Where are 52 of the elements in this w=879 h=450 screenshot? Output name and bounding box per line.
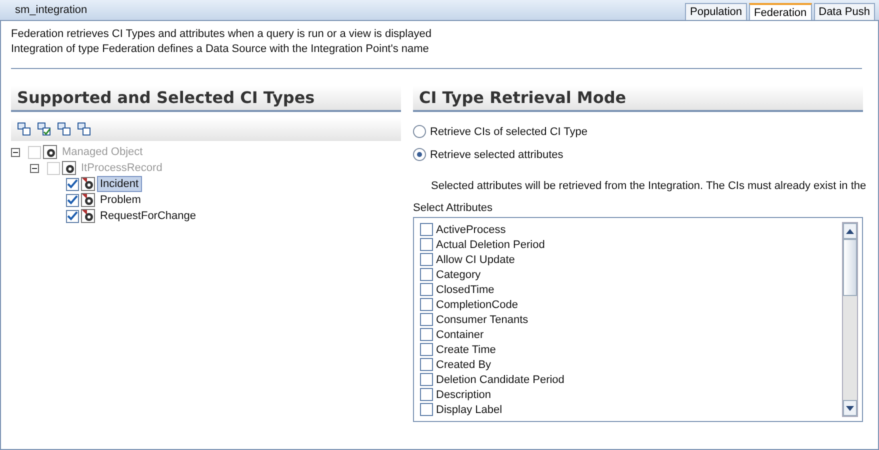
tab[interactable]: Population xyxy=(685,3,748,20)
checkbox[interactable] xyxy=(420,403,433,416)
checkbox[interactable] xyxy=(420,268,433,281)
list-label: Select Attributes xyxy=(413,202,494,214)
checkbox[interactable] xyxy=(420,343,433,356)
cube-icon xyxy=(81,177,95,191)
section-heading: Supported and Selected CI Types xyxy=(11,85,401,112)
attribute-item[interactable]: Container xyxy=(436,328,484,340)
checkbox[interactable] xyxy=(420,283,433,296)
scroll-down-icon[interactable] xyxy=(846,406,854,410)
checkbox[interactable] xyxy=(420,253,433,266)
attribute-item[interactable]: CompletionCode xyxy=(436,298,518,310)
radio-label[interactable]: Retrieve CIs of selected CI Type xyxy=(430,126,588,138)
collapse-icon[interactable] xyxy=(77,122,91,136)
attribute-item[interactable]: Deletion Candidate Period xyxy=(436,374,564,386)
checkbox[interactable] xyxy=(420,373,433,386)
attribute-item[interactable]: Consumer Tenants xyxy=(436,314,528,326)
attribute-item[interactable]: Actual Deletion Period xyxy=(436,238,545,250)
cube-icon xyxy=(43,145,57,159)
description-text: Integration of type Federation defines a Data Source with the Integration Point's name xyxy=(11,42,430,57)
cube-icon xyxy=(81,209,95,223)
expand-icon[interactable] xyxy=(57,122,71,136)
checkbox[interactable] xyxy=(420,358,433,371)
attribute-item[interactable]: Display Label xyxy=(436,404,502,416)
tab[interactable]: Federation xyxy=(749,3,812,20)
radio-label[interactable]: Retrieve selected attributes xyxy=(430,148,564,160)
checkbox[interactable] xyxy=(420,388,433,401)
checkbox[interactable] xyxy=(420,238,433,251)
tab[interactable]: Data Push xyxy=(814,3,875,20)
radio-button[interactable] xyxy=(413,148,426,161)
scroll-up-icon[interactable] xyxy=(846,228,854,234)
scrollbar[interactable] xyxy=(842,222,858,417)
collapse-all-icon[interactable] xyxy=(17,122,31,136)
cube-icon xyxy=(62,161,76,175)
attribute-item[interactable]: Category xyxy=(436,268,481,280)
attribute-item[interactable]: Description xyxy=(436,388,492,400)
checkbox[interactable] xyxy=(420,313,433,326)
check-all-icon[interactable] xyxy=(37,122,51,136)
checkbox[interactable] xyxy=(420,328,433,341)
checkbox[interactable] xyxy=(420,223,433,236)
window-title: sm_integration xyxy=(14,4,88,16)
attribute-item[interactable]: ActiveProcess xyxy=(436,224,506,236)
section-heading: CI Type Retrieval Mode xyxy=(413,85,863,112)
note-text: Selected attributes will be retrieved from the Integration. The CIs must already exist in the xyxy=(431,180,866,192)
attribute-item[interactable]: ClosedTime xyxy=(436,284,494,296)
description-text: Federation retrieves CI Types and attributes when a query is run or a view is displayed xyxy=(11,27,432,42)
attribute-item[interactable]: Created By xyxy=(436,358,492,370)
radio-button[interactable] xyxy=(413,125,426,138)
attribute-item[interactable]: Create Time xyxy=(436,344,496,356)
attribute-item[interactable]: Allow CI Update xyxy=(436,254,515,266)
cube-icon xyxy=(81,193,95,207)
checkbox[interactable] xyxy=(420,298,433,311)
